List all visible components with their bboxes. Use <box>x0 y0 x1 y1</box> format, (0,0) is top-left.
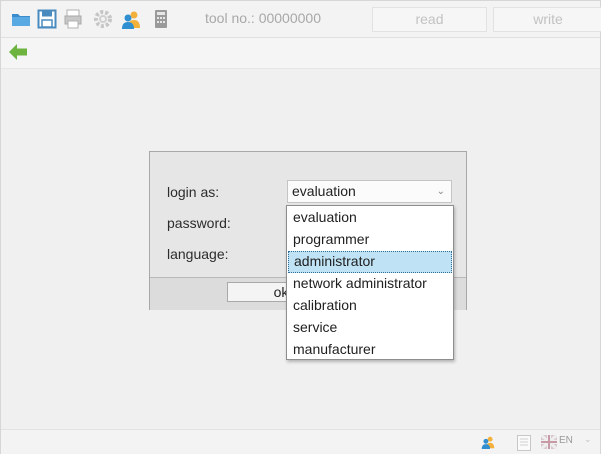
dropdown-option-programmer[interactable]: programmer <box>288 229 452 251</box>
tool-number: tool no.: 00000000 <box>205 10 321 26</box>
dropdown-option-evaluation[interactable]: evaluation <box>288 207 452 229</box>
navigation-bar <box>1 38 600 69</box>
language-label: language: <box>167 246 229 262</box>
login-as-label: login as: <box>167 184 220 200</box>
settings-gear-icon[interactable] <box>93 9 113 29</box>
dropdown-option-calibration[interactable]: calibration <box>288 295 452 317</box>
language-indicator[interactable]: EN <box>559 435 573 446</box>
dropdown-option-administrator[interactable]: administrator <box>288 251 452 273</box>
user-icon[interactable] <box>481 435 495 449</box>
dropdown-option-network-administrator[interactable]: network administrator <box>288 273 452 295</box>
document-icon[interactable] <box>517 435 531 451</box>
print-icon[interactable] <box>63 9 83 29</box>
user-icon[interactable] <box>121 9 141 29</box>
flag-icon[interactable] <box>541 435 557 449</box>
dropdown-option-manufacturer[interactable]: manufacturer <box>288 339 452 361</box>
password-label: password: <box>167 215 231 231</box>
back-arrow-icon[interactable] <box>9 44 27 60</box>
open-folder-icon[interactable] <box>11 9 31 29</box>
login-as-dropdown-list: evaluation programmer administrator netw… <box>286 205 454 360</box>
top-toolbar: tool no.: 00000000 read write <box>1 1 601 38</box>
chevron-down-icon[interactable]: ⌄ <box>584 434 592 445</box>
write-button[interactable]: write <box>493 7 601 32</box>
login-as-select[interactable]: evaluation ⌄ <box>287 180 452 203</box>
login-as-value: evaluation <box>292 183 356 199</box>
dropdown-option-service[interactable]: service <box>288 317 452 339</box>
save-icon[interactable] <box>37 9 57 29</box>
status-bar: EN ⌄ <box>1 429 600 454</box>
app-window: tool no.: 00000000 read write login as: … <box>0 0 601 454</box>
calculator-icon[interactable] <box>151 9 171 29</box>
read-button[interactable]: read <box>372 7 487 32</box>
chevron-down-icon: ⌄ <box>436 186 445 197</box>
